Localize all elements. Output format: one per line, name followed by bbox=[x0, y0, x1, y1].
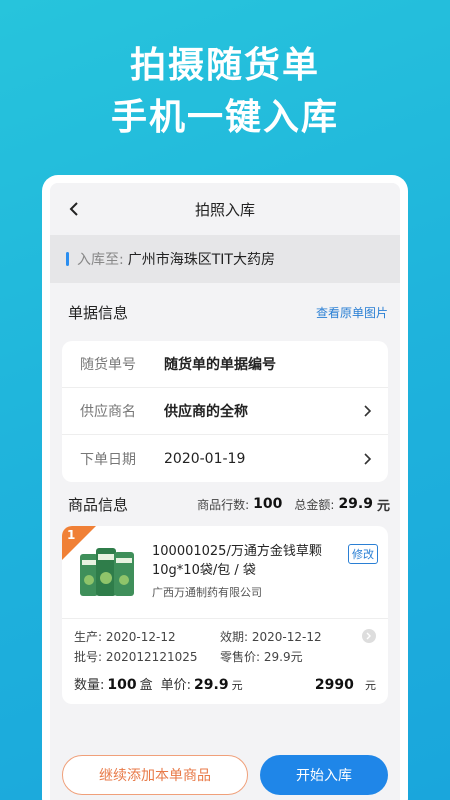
total-amount-value: 29.9 bbox=[338, 496, 373, 512]
produce-value: 2020-12-12 bbox=[105, 630, 176, 644]
product-card[interactable]: 1 100001025/万通方金钱草颗10g*10袋/包 / 袋 广西万通制药有… bbox=[62, 526, 388, 704]
expire-label: 效期: bbox=[220, 630, 249, 644]
produce-date: 生产: 2020-12-12 bbox=[74, 628, 176, 645]
doc-info-header: 单据信息 查看原单图片 bbox=[50, 283, 400, 341]
destination-bar: 入库至: 广州市海珠区TIT大药房 bbox=[50, 235, 400, 283]
product-image bbox=[76, 544, 140, 602]
line-total: 2990 元 bbox=[312, 677, 376, 693]
qty-unit: 盒 bbox=[139, 678, 153, 693]
phone-frame: 拍照入库 入库至: 广州市海珠区TIT大药房 单据信息 查看原单图片 随货单号 … bbox=[42, 175, 408, 800]
chevron-left-icon[interactable] bbox=[62, 197, 86, 221]
price-value: 29.9 bbox=[194, 677, 229, 693]
total-amount-unit: 元 bbox=[376, 498, 390, 514]
divider bbox=[62, 618, 388, 619]
doc-number-value: 随货单的单据编号 bbox=[164, 357, 276, 373]
product-name: 100001025/万通方金钱草颗10g*10袋/包 / 袋 bbox=[152, 544, 322, 578]
continue-add-button[interactable]: 继续添加本单商品 bbox=[62, 755, 248, 795]
order-date-value: 2020-01-19 bbox=[164, 450, 246, 467]
start-stock-in-button[interactable]: 开始入库 bbox=[260, 755, 388, 795]
qty-label: 数量: bbox=[74, 678, 105, 693]
rows-count-value: 100 bbox=[253, 496, 283, 512]
price-unit: 元 bbox=[231, 679, 243, 692]
quantity-row: 数量: 100 盒 单价: 29.9 元 2990 元 bbox=[74, 674, 376, 693]
chevron-right-icon bbox=[362, 405, 374, 417]
retail-label: 零售价: bbox=[220, 650, 261, 664]
order-date-label: 下单日期 bbox=[80, 451, 136, 468]
form-row-doc-number[interactable]: 随货单号 随货单的单据编号 bbox=[62, 341, 388, 388]
view-original-link[interactable]: 查看原单图片 bbox=[316, 304, 388, 321]
batch-label: 批号: bbox=[74, 650, 103, 664]
batch-number: 批号: 202012121025 bbox=[74, 648, 198, 665]
app-screen: 拍照入库 入库至: 广州市海珠区TIT大药房 单据信息 查看原单图片 随货单号 … bbox=[50, 183, 400, 800]
hero-title-line1: 拍摄随货单 bbox=[129, 45, 320, 86]
destination-label: 入库至: bbox=[77, 252, 124, 268]
line-total-value: 2990 bbox=[314, 677, 354, 693]
edit-button[interactable]: 修改 bbox=[348, 544, 378, 564]
expire-value: 2020-12-12 bbox=[251, 630, 322, 644]
expire-date: 效期: 2020-12-12 bbox=[220, 628, 322, 645]
rows-count-label: 商品行数: bbox=[197, 497, 250, 512]
supplier-value: 供应商的全称 bbox=[164, 404, 248, 420]
index-number: 1 bbox=[67, 528, 76, 542]
product-maker: 广西万通制药有限公司 bbox=[152, 586, 262, 599]
batch-value: 202012121025 bbox=[105, 650, 198, 664]
form-row-supplier[interactable]: 供应商名 供应商的全称 bbox=[62, 388, 388, 435]
chevron-right-icon[interactable] bbox=[362, 629, 376, 643]
total-amount-label: 总金额: bbox=[294, 497, 335, 512]
page-title: 拍照入库 bbox=[194, 200, 255, 219]
doc-info-title: 单据信息 bbox=[68, 303, 129, 322]
produce-label: 生产: bbox=[74, 630, 103, 644]
retail-price: 零售价: 29.9元 bbox=[220, 648, 303, 665]
supplier-label: 供应商名 bbox=[80, 404, 136, 420]
nav-bar: 拍照入库 bbox=[50, 183, 400, 235]
retail-value: 29.9元 bbox=[263, 650, 303, 664]
hero-banner: 拍摄随货单 手机一键入库 bbox=[0, 40, 450, 144]
form-row-order-date[interactable]: 下单日期 2020-01-19 bbox=[62, 435, 388, 482]
destination-value: 广州市海珠区TIT大药房 bbox=[127, 252, 275, 268]
line-total-unit: 元 bbox=[365, 679, 376, 692]
hero-title-line2: 手机一键入库 bbox=[110, 97, 339, 138]
doc-number-label: 随货单号 bbox=[80, 357, 136, 373]
accent-bar bbox=[66, 252, 69, 266]
qty-value: 100 bbox=[107, 677, 137, 693]
goods-info-title: 商品信息 bbox=[68, 495, 129, 514]
chevron-right-icon bbox=[362, 452, 374, 465]
doc-info-card: 随货单号 随货单的单据编号 供应商名 供应商的全称 下单日期 2020-01-1… bbox=[62, 341, 388, 482]
price-label: 单价: bbox=[160, 678, 192, 693]
action-buttons: 继续添加本单商品 开始入库 bbox=[50, 755, 400, 795]
goods-info-header: 商品信息 商品行数: 100 总金额: 29.9 元 bbox=[50, 482, 400, 526]
